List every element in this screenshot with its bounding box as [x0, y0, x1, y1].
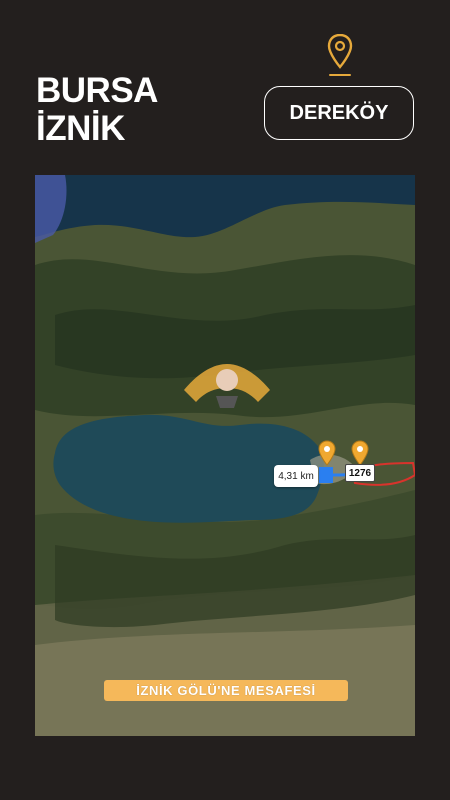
watermark-logo — [184, 362, 270, 410]
distance-label: 4,31 km — [274, 465, 318, 487]
city-line-2: İZNİK — [36, 109, 125, 148]
route-start-marker — [319, 467, 333, 483]
location-button[interactable]: DEREKÖY — [264, 86, 414, 140]
road-sign: 1276 — [345, 464, 375, 482]
location-pin-icon[interactable] — [351, 440, 369, 466]
location-pin-icon[interactable] — [318, 440, 336, 466]
city-title: BURSA İZNİK — [36, 72, 158, 148]
city-line-1: BURSA — [36, 71, 158, 110]
distance-banner: İZNİK GÖLÜ'NE MESAFESİ — [104, 680, 348, 701]
map-pin-icon — [327, 33, 353, 78]
